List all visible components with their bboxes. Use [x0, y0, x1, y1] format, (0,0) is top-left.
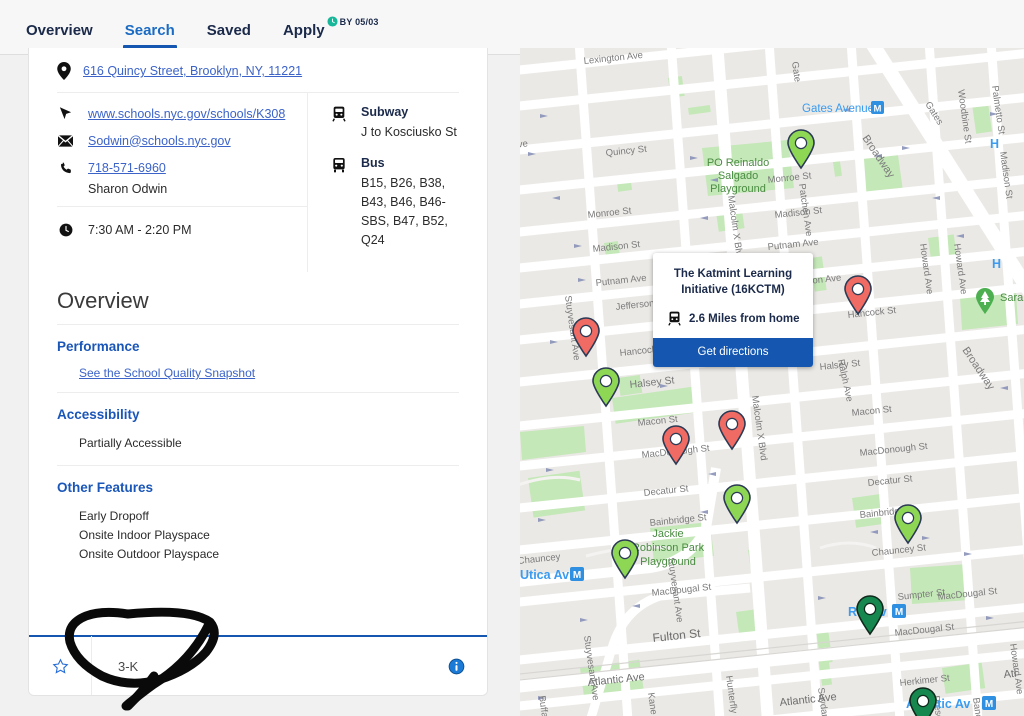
map-canvas[interactable]: Lexington Ave Quincy St Ave Monroe St Mo…: [520, 48, 1024, 716]
apply-wrapper: Apply BY 05/03: [282, 16, 379, 39]
school-detail-card: 616 Quincy Street, Brooklyn, NY, 11221 w…: [28, 48, 488, 696]
svg-text:Ave: Ave: [520, 138, 528, 151]
location-pin-icon: [57, 62, 71, 80]
other-feature-item: Onsite Outdoor Playspace: [79, 547, 220, 561]
website-row: www.schools.nyc.gov/schools/K308: [57, 105, 307, 122]
tab-overview-label: Overview: [26, 22, 93, 39]
svg-text:M: M: [573, 570, 581, 581]
svg-text:Salgado: Salgado: [718, 170, 758, 182]
clock-hours-icon: [57, 223, 74, 237]
svg-text:Atl: Atl: [1003, 668, 1017, 681]
save-school-star-button[interactable]: [29, 657, 91, 675]
overview-title: Overview: [57, 288, 149, 313]
svg-text:Robinson Park: Robinson Park: [632, 542, 705, 554]
nav-item-list: Overview Search Saved Apply BY 05/03: [0, 0, 1024, 55]
school-address-link[interactable]: 616 Quincy Street, Brooklyn, NY, 11221: [83, 64, 302, 78]
hours-row: 7:30 AM - 2:20 PM: [57, 221, 307, 238]
envelope-icon: [57, 134, 74, 147]
email-link[interactable]: Sodwin@schools.nyc.gov: [88, 134, 231, 148]
school-quality-snapshot-link[interactable]: See the School Quality Snapshot: [79, 366, 459, 380]
svg-text:PO Reinaldo: PO Reinaldo: [707, 157, 769, 169]
section-accessibility: Accessibility Partially Accessible: [57, 392, 459, 465]
other-feature-item: Early Dropoff: [79, 509, 149, 523]
popup-school-title: The Katmint Learning Initiative (16KCTM): [673, 268, 793, 296]
address-row: 616 Quincy Street, Brooklyn, NY, 11221: [29, 48, 487, 92]
transit-label-gates-avenue: Gates Avenue M: [802, 101, 884, 115]
info-circle-icon: [448, 658, 465, 674]
transit-label-utica-av: Utica Av M: [520, 567, 584, 582]
grade-label: 3-K: [118, 658, 139, 674]
svg-text:Gates Avenue: Gates Avenue: [802, 103, 874, 115]
phone-icon: [57, 161, 74, 175]
transit-column: Subway J to Kosciusko St Bus B15, B26, B…: [307, 93, 459, 272]
subway-lines: J to Kosciusko St: [361, 125, 457, 139]
clock-icon: [327, 16, 338, 27]
star-outline-icon: [52, 657, 68, 674]
contact-transit-columns: www.schools.nyc.gov/schools/K308 Sodwin@…: [57, 92, 459, 272]
svg-text:Jackie: Jackie: [652, 528, 683, 540]
tab-search-label: Search: [124, 22, 175, 39]
phone-row: 718-571-6960: [57, 159, 307, 176]
section-performance: Performance See the School Quality Snaps…: [57, 324, 459, 392]
transit-bus-block: Bus B15, B26, B38, B43, B46, B46-SBS, B4…: [330, 156, 459, 250]
svg-text:M: M: [895, 607, 903, 618]
top-navigation-bar: Overview Search Saved Apply BY 05/03: [0, 0, 1024, 55]
train-icon: [668, 311, 681, 326]
subway-title: Subway: [361, 105, 409, 119]
svg-text:Playground: Playground: [710, 183, 766, 195]
other-feature-item: Onsite Indoor Playspace: [79, 528, 210, 542]
subway-icon: [330, 105, 347, 142]
svg-text:M: M: [985, 699, 993, 710]
bus-title: Bus: [361, 156, 385, 170]
svg-text:H: H: [992, 257, 1001, 271]
section-accessibility-heading: Accessibility: [57, 407, 140, 422]
svg-text:Sara: Sara: [1000, 292, 1024, 304]
svg-text:M: M: [874, 104, 882, 115]
transit-bus-text: Bus B15, B26, B38, B43, B46, B46-SBS, B4…: [361, 156, 459, 250]
map-info-popup: The Katmint Learning Initiative (16KCTM)…: [653, 253, 813, 367]
svg-text:H: H: [990, 137, 999, 151]
tab-apply-label: Apply: [282, 22, 325, 39]
section-performance-heading: Performance: [57, 339, 140, 354]
accessibility-value: Partially Accessible: [79, 436, 182, 450]
contact-person-name: Sharon Odwin: [88, 182, 168, 196]
info-button[interactable]: [448, 658, 487, 675]
card-bottom-bar: 3-K: [29, 635, 487, 695]
grade-cell: 3-K: [91, 636, 448, 695]
apply-deadline-badge: BY 05/03: [327, 16, 379, 27]
transit-subway-block: Subway J to Kosciusko St: [330, 105, 459, 142]
section-other-features-heading: Other Features: [57, 480, 154, 495]
bus-icon: [330, 156, 347, 250]
popup-distance-row: 2.6 Miles from home: [653, 298, 813, 338]
contact-column: www.schools.nyc.gov/schools/K308 Sodwin@…: [57, 93, 307, 272]
apply-deadline-text: BY 05/03: [339, 16, 379, 27]
get-directions-button[interactable]: Get directions: [653, 338, 813, 367]
email-row: Sodwin@schools.nyc.gov: [57, 132, 307, 149]
phone-link[interactable]: 718-571-6960: [88, 161, 166, 175]
svg-text:Utica Av: Utica Av: [520, 568, 569, 582]
website-link[interactable]: www.schools.nyc.gov/schools/K308: [88, 107, 285, 121]
school-hours: 7:30 AM - 2:20 PM: [88, 222, 192, 237]
hours-separator: 7:30 AM - 2:20 PM: [57, 206, 307, 238]
tab-saved-label: Saved: [206, 22, 251, 39]
popup-distance-text: 2.6 Miles from home: [689, 312, 800, 325]
map-graphics: Lexington Ave Quincy St Ave Monroe St Mo…: [520, 48, 1024, 716]
transit-subway-text: Subway J to Kosciusko St: [361, 105, 457, 142]
svg-text:Playground: Playground: [640, 556, 696, 568]
bus-lines: B15, B26, B38, B43, B46, B46-SBS, B47, B…: [361, 176, 448, 247]
section-other-features: Other Features Early Dropoff Onsite Indo…: [57, 465, 459, 576]
cursor-arrow-icon: [57, 106, 74, 121]
